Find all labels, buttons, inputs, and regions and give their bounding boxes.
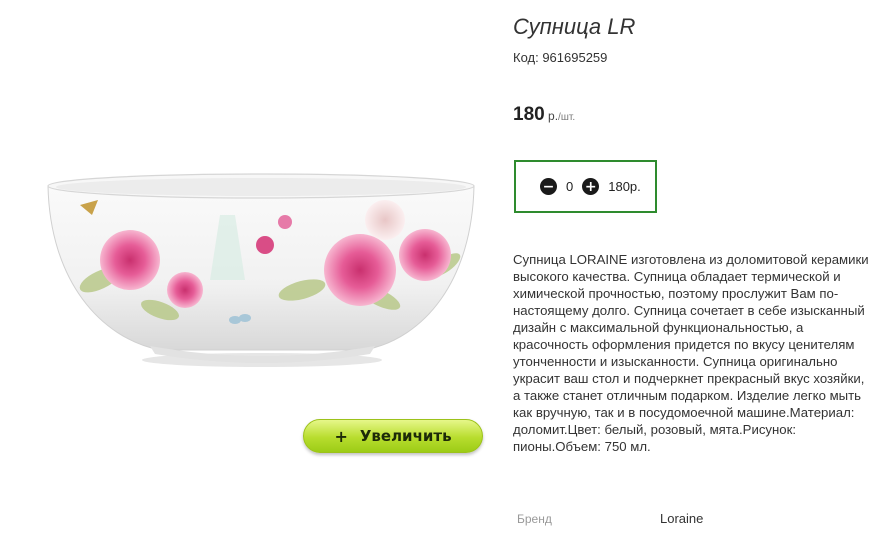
plus-circle-icon[interactable]: + (582, 178, 600, 195)
price-unit: /шт. (558, 112, 576, 123)
product-image[interactable] (40, 160, 480, 380)
product-price: 180 р./шт. (513, 104, 575, 126)
zoom-button[interactable]: + Увеличить (303, 419, 483, 453)
quantity-total: 180р. (608, 179, 641, 194)
minus-circle-icon[interactable]: − (540, 178, 557, 195)
zoom-button-label: Увеличить (359, 427, 452, 445)
price-currency: р. (544, 109, 559, 123)
quantity-value[interactable]: 0 (566, 179, 573, 194)
product-sku: Код: 961695259 (513, 50, 608, 65)
price-amount: 180 (513, 104, 545, 125)
plus-icon: + (334, 426, 348, 446)
spec-brand-label: Бренд (517, 512, 552, 526)
product-title: Супница LR (513, 14, 636, 39)
bowl-illustration (47, 173, 475, 367)
quantity-selector: − 0 + 180р. (514, 160, 657, 213)
spec-brand-value: Loraine (660, 511, 704, 526)
product-description: Супница LORAINE изготовлена из доломитов… (513, 252, 869, 454)
